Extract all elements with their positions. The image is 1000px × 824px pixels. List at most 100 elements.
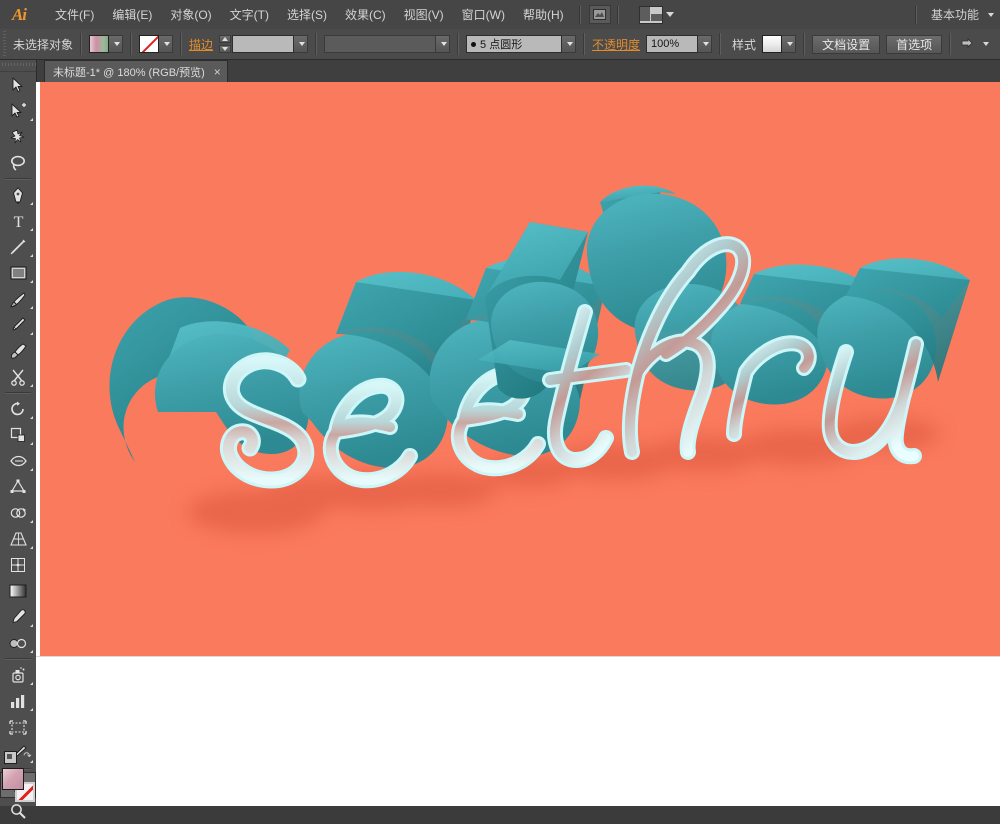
variable-width-profile-combo[interactable] [324,35,451,53]
control-bar-grip[interactable] [1,31,9,57]
swap-fill-stroke-icon[interactable]: ↷ [23,752,31,762]
graphic-style-dropdown[interactable] [782,35,797,53]
artboard[interactable] [40,82,1000,656]
menu-object[interactable]: 对象(O) [161,2,220,27]
menu-view[interactable]: 视图(V) [395,2,453,27]
stroke-swatch-none[interactable] [139,35,160,53]
menu-effect[interactable]: 效果(C) [336,2,395,27]
brush-definition-combo[interactable]: 5 点圆形 [466,35,577,53]
menu-type[interactable]: 文字(T) [221,2,278,27]
opacity-label[interactable]: 不透明度 [592,36,640,53]
free-transform-tool[interactable] [0,474,36,500]
opacity-combo[interactable]: 100% [646,35,713,53]
shape-builder-tool[interactable] [0,500,36,526]
stroke-weight-stepper[interactable] [219,35,232,53]
stroke-weight-input[interactable] [232,35,295,53]
tool-flyout-indicator[interactable] [30,416,33,419]
menu-select[interactable]: 选择(S) [278,2,336,27]
line-segment-tool[interactable] [0,234,36,260]
width-tool[interactable] [0,448,36,474]
menu-edit[interactable]: 编辑(E) [103,2,161,27]
rectangle-tool[interactable] [0,260,36,286]
tool-flyout-indicator[interactable] [30,650,33,653]
tool-flyout-indicator[interactable] [30,118,33,121]
symbol-sprayer-tool[interactable] [0,662,36,688]
close-icon[interactable]: × [214,66,221,78]
eraser-tool[interactable] [0,364,36,390]
document-setup-button[interactable]: 文档设置 [812,34,881,54]
stepper-up-icon[interactable] [219,35,232,43]
opacity-dropdown[interactable] [698,35,713,53]
arrange-documents-icon[interactable] [638,5,674,24]
tool-flyout-indicator[interactable] [30,520,33,523]
fill-stroke-swatches [1,768,35,802]
type-tool[interactable]: T [0,208,36,234]
column-graph-tool[interactable] [0,688,36,714]
paintbrush-tool[interactable] [0,286,36,312]
svg-text:T: T [13,214,23,230]
tool-flyout-indicator[interactable] [30,682,33,685]
tool-flyout-indicator[interactable] [30,254,33,257]
opacity-input[interactable]: 100% [646,35,699,53]
graphic-style-control[interactable] [762,35,797,53]
workspace-switcher[interactable]: 基本功能 [914,0,994,29]
bridge-icon[interactable] [588,5,611,24]
stroke-control[interactable] [139,35,174,53]
tool-flyout-indicator[interactable] [30,306,33,309]
panel-options-icon[interactable] [958,35,980,53]
menu-file[interactable]: 文件(F) [46,2,103,27]
chevron-down-icon[interactable] [983,42,990,46]
divider [803,33,806,55]
fill-color-swatch[interactable] [2,768,24,790]
brush-definition-text: 5 点圆形 [480,39,523,51]
stepper-down-icon[interactable] [219,45,232,53]
brush-definition-value[interactable]: 5 点圆形 [466,35,563,53]
brush-definition-dropdown[interactable] [562,35,577,53]
preferences-button[interactable]: 首选项 [886,34,943,54]
tool-flyout-indicator[interactable] [30,280,33,283]
eyedropper-tool[interactable] [0,604,36,630]
menu-help[interactable]: 帮助(H) [514,2,573,27]
blob-brush-tool[interactable] [0,338,36,364]
stroke-dropdown-button[interactable] [159,35,174,53]
tool-flyout-indicator[interactable] [30,708,33,711]
divider [583,33,586,55]
gradient-tool[interactable] [0,578,36,604]
tool-flyout-indicator[interactable] [30,624,33,627]
tool-flyout-indicator[interactable] [30,546,33,549]
width-profile-value[interactable] [324,35,437,53]
perspective-grid-tool[interactable] [0,526,36,552]
blend-tool[interactable] [0,630,36,656]
document-tab[interactable]: 未标题-1* @ 180% (RGB/预览) × [44,60,228,82]
width-profile-dropdown[interactable] [436,35,451,53]
default-fill-stroke-icon[interactable] [4,750,18,764]
tool-flyout-indicator[interactable] [30,202,33,205]
pencil-tool[interactable] [0,312,36,338]
tool-flyout-indicator[interactable] [30,468,33,471]
pen-tool[interactable] [0,182,36,208]
tools-panel-grip[interactable] [0,60,36,72]
rotate-tool[interactable] [0,396,36,422]
stroke-weight-label[interactable]: 描边 [189,36,213,53]
magic-wand-tool[interactable] [0,124,36,150]
tool-flyout-indicator[interactable] [30,228,33,231]
artboard-tool[interactable] [0,714,36,740]
menu-window[interactable]: 窗口(W) [453,2,514,27]
tool-flyout-indicator[interactable] [30,442,33,445]
tool-flyout-indicator[interactable] [30,332,33,335]
fill-swatch[interactable] [89,35,110,53]
direct-selection-tool[interactable] [0,98,36,124]
graphic-style-label: 样式 [732,37,757,52]
mesh-tool[interactable] [0,552,36,578]
graphic-style-swatch[interactable] [762,35,783,53]
stroke-weight-dropdown[interactable] [294,35,309,53]
chevron-down-icon[interactable] [988,12,994,17]
tool-flyout-indicator[interactable] [30,384,33,387]
scale-tool[interactable] [0,422,36,448]
stroke-weight-combo[interactable] [219,35,309,53]
fill-control[interactable] [89,35,124,53]
lasso-tool[interactable] [0,150,36,176]
selection-tool[interactable] [0,72,36,98]
fill-dropdown-button[interactable] [109,35,124,53]
canvas-area[interactable] [36,82,1000,806]
